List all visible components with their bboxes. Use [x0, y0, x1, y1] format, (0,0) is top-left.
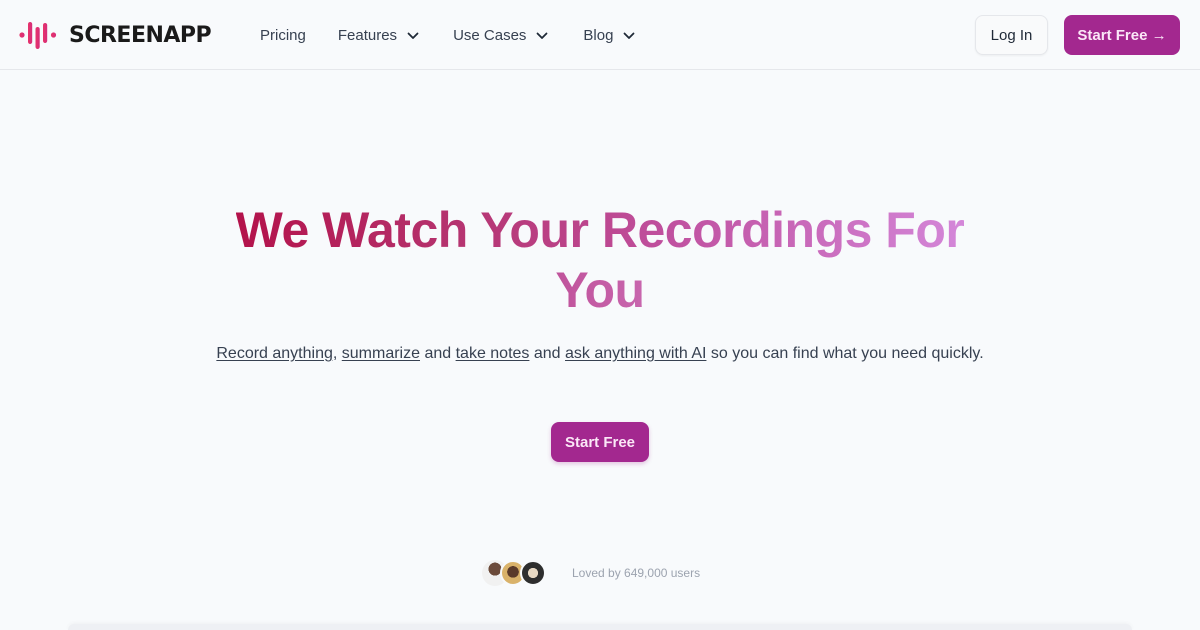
hero-subtitle: Record anything, summarize and take note… — [210, 342, 990, 366]
start-free-header-button[interactable]: Start Free → — [1064, 15, 1180, 55]
nav-item-label: Pricing — [260, 26, 306, 44]
subtitle-text: , — [332, 345, 342, 362]
hero-title: We Watch Your Recordings For You — [200, 200, 1000, 320]
nav-item-use-cases[interactable]: Use Cases — [453, 24, 548, 46]
social-proof: Loved by 649,000 users — [480, 559, 700, 587]
avatar — [520, 560, 546, 586]
nav-item-label: Use Cases — [453, 26, 527, 44]
nav-item-features[interactable]: Features — [338, 24, 419, 46]
product-preview-edge — [68, 624, 1132, 630]
take-notes-link[interactable]: take notes — [456, 345, 530, 362]
chevron-down-icon — [536, 27, 548, 44]
subtitle-text: and — [529, 345, 566, 362]
ask-anything-with-ai-link[interactable]: ask anything with AI — [565, 345, 706, 362]
logo-text: SCREENAPP — [69, 22, 212, 48]
record-anything-link[interactable]: Record anything — [216, 345, 333, 362]
logo[interactable]: SCREENAPP — [19, 20, 212, 50]
subtitle-text: so you can find what you need quickly. — [706, 345, 984, 362]
nav-item-label: Features — [337, 26, 398, 44]
main-nav: Pricing Features Use Cases Blog — [260, 24, 635, 46]
chevron-down-icon — [407, 27, 419, 44]
login-button[interactable]: Log In — [975, 15, 1048, 55]
hero-title-line-1: We Watch Your Recordings For — [235, 202, 965, 258]
chevron-down-icon — [623, 27, 635, 44]
summarize-link[interactable]: summarize — [342, 345, 420, 362]
nav-item-pricing[interactable]: Pricing — [260, 24, 306, 46]
nav-item-blog[interactable]: Blog — [583, 24, 635, 46]
subtitle-text: and — [420, 345, 456, 362]
start-free-hero-button[interactable]: Start Free — [551, 422, 649, 462]
user-avatars — [480, 559, 550, 587]
site-header: SCREENAPP Pricing Features Use Cases Blo… — [0, 0, 1200, 70]
soundwave-logo-icon — [19, 22, 57, 49]
loved-by-users-text: Loved by 649,000 users — [572, 566, 701, 580]
nav-item-label: Blog — [583, 26, 614, 44]
hero-title-line-2: You — [555, 262, 645, 318]
